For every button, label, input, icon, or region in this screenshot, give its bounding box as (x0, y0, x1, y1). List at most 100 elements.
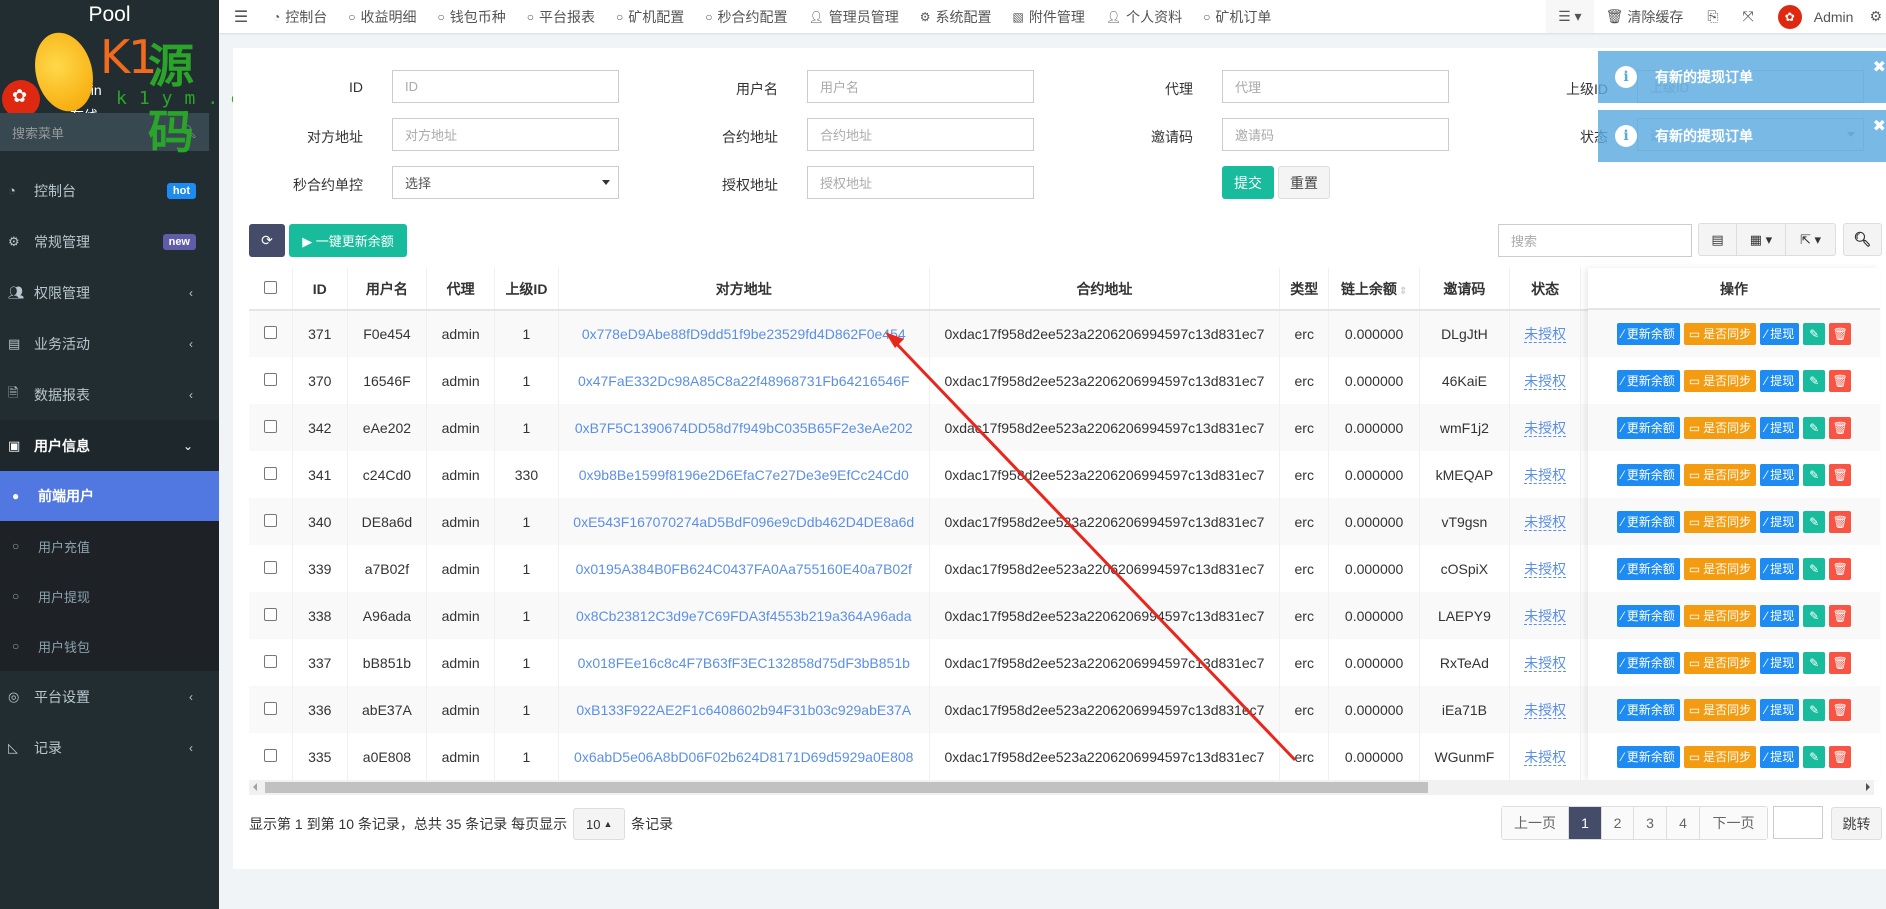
sync-button[interactable]: ▭ 是否同步 (1683, 604, 1757, 627)
row-checkbox[interactable] (263, 654, 277, 668)
clear-cache-button[interactable]: 🗑︎ 清除缓存 (1594, 7, 1696, 27)
submit-button[interactable]: 提交 (1222, 166, 1274, 199)
row-checkbox[interactable] (263, 419, 277, 433)
status-link[interactable]: 未授权 (1524, 748, 1567, 766)
status-link[interactable]: 未授权 (1524, 654, 1567, 672)
filter-invite-code-input[interactable]: 邀请码 (1222, 118, 1449, 151)
nav-profile[interactable]: 👤︎ 个人资料 (1096, 7, 1193, 27)
nav-wallet-currency[interactable]: ○ 钱包币种 (428, 7, 517, 27)
withdraw-button[interactable]: ⁄ 提现 (1760, 745, 1800, 768)
page-4-button[interactable]: 4 (1667, 807, 1700, 839)
delete-button[interactable]: 🗑︎ (1829, 322, 1852, 345)
row-checkbox[interactable] (263, 748, 277, 762)
edit-button[interactable]: ✎ (1803, 604, 1826, 627)
reset-button[interactable]: 重置 (1278, 166, 1330, 199)
update-balance-button[interactable]: ⁄ 更新余额 (1616, 416, 1680, 439)
sync-button[interactable]: ▭ 是否同步 (1683, 463, 1757, 486)
jump-page-input[interactable] (1773, 806, 1823, 839)
sync-button[interactable]: ▭ 是否同步 (1683, 369, 1757, 392)
peer-address-link[interactable]: 0xB133F922AE2F1c6408602b94F31b03c929abE3… (576, 702, 911, 718)
prev-page-button[interactable]: 上一页 (1502, 807, 1569, 839)
update-balance-button[interactable]: ⁄ 更新余额 (1616, 463, 1680, 486)
nav-miner-config[interactable]: ○ 矿机配置 (606, 7, 695, 27)
delete-button[interactable]: 🗑︎ (1829, 463, 1852, 486)
withdraw-button[interactable]: ⁄ 提现 (1760, 557, 1800, 580)
sync-button[interactable]: ▭ 是否同步 (1683, 416, 1757, 439)
col-invite-code[interactable]: 邀请码 (1419, 268, 1511, 311)
sidebar-item-platform-settings[interactable]: ◎ 平台设置 ‹ (0, 671, 219, 722)
sidebar-item-permissions[interactable]: 👥︎ 权限管理 ‹ (0, 267, 219, 318)
filter-auth-address-input[interactable]: 授权地址 (807, 166, 1034, 199)
page-3-button[interactable]: 3 (1634, 807, 1667, 839)
filter-peer-address-input[interactable]: 对方地址 (392, 118, 619, 151)
advanced-search-button[interactable]: 🔍︎ (1843, 223, 1882, 256)
col-username[interactable]: 用户名 (347, 268, 428, 311)
more-menu-button[interactable]: ☰ ▾ (1546, 0, 1594, 33)
jump-button[interactable]: 跳转 (1831, 807, 1882, 840)
sidebar-item-dashboard[interactable]: ◔ 控制台 hot (0, 165, 219, 216)
refresh-button[interactable]: ⟳ (249, 224, 285, 257)
update-balance-button[interactable]: ⁄ 更新余额 (1616, 745, 1680, 768)
select-all-checkbox[interactable] (263, 280, 277, 294)
update-balance-button[interactable]: ⁄ 更新余额 (1616, 557, 1680, 580)
delete-button[interactable]: 🗑︎ (1829, 510, 1852, 533)
sidebar-item-user-info[interactable]: ▣ 用户信息 ⌄ (0, 420, 219, 471)
delete-button[interactable]: 🗑︎ (1829, 698, 1852, 721)
filter-second-contract-select[interactable]: 选择 (392, 166, 619, 199)
sidebar-item-user-recharge[interactable]: ○ 用户充值 (0, 521, 219, 571)
delete-button[interactable]: 🗑︎ (1829, 651, 1852, 674)
update-all-balance-button[interactable]: ▶ 一键更新余额 (289, 224, 407, 257)
admin-menu[interactable]: ✿ Admin (1766, 4, 1866, 29)
page-1-button[interactable]: 1 (1569, 807, 1602, 839)
col-agent[interactable]: 代理 (426, 268, 496, 311)
export-button[interactable]: ⇱ ▾ (1786, 224, 1835, 255)
peer-address-link[interactable]: 0x8Cb23812C3d9e7C69FDA3f4553b219a364A96a… (576, 608, 912, 624)
brand-title[interactable]: Pool (0, 0, 219, 30)
status-link[interactable]: 未授权 (1524, 513, 1567, 531)
withdraw-button[interactable]: ⁄ 提现 (1760, 698, 1800, 721)
delete-button[interactable]: 🗑︎ (1829, 369, 1852, 392)
status-link[interactable]: 未授权 (1524, 701, 1567, 719)
row-checkbox[interactable] (263, 466, 277, 480)
update-balance-button[interactable]: ⁄ 更新余额 (1616, 698, 1680, 721)
status-link[interactable]: 未授权 (1524, 607, 1567, 625)
col-balance[interactable]: 链上余额 ⇕ (1328, 268, 1420, 311)
columns-button[interactable]: ▦ ▾ (1737, 224, 1786, 255)
row-checkbox-cell[interactable] (249, 545, 293, 592)
sync-button[interactable]: ▭ 是否同步 (1683, 745, 1757, 768)
status-link[interactable]: 未授权 (1524, 560, 1567, 578)
peer-address-link[interactable]: 0x9b8Be1599f8196e2D6EfaC7e27De3e9EfCc24C… (579, 467, 909, 483)
status-link[interactable]: 未授权 (1524, 326, 1567, 343)
peer-address-link[interactable]: 0x018FEe16c8c4F7B63fF3EC132858d75dF3bB85… (578, 655, 910, 671)
update-balance-button[interactable]: ⁄ 更新余额 (1616, 322, 1680, 345)
sync-button[interactable]: ▭ 是否同步 (1683, 698, 1757, 721)
row-checkbox[interactable] (263, 326, 277, 339)
sidebar-item-business[interactable]: ▤ 业务活动 ‹ (0, 318, 219, 369)
row-checkbox[interactable] (263, 701, 277, 715)
status-link[interactable]: 未授权 (1524, 466, 1567, 484)
edit-button[interactable]: ✎ (1803, 463, 1826, 486)
row-checkbox[interactable] (263, 607, 277, 621)
col-id[interactable]: ID (292, 268, 348, 311)
nav-second-contract-config[interactable]: ○ 秒合约配置 (695, 7, 798, 27)
nav-system-config[interactable]: ⚙ 系统配置 (910, 7, 1003, 27)
row-checkbox-cell[interactable] (249, 733, 293, 780)
settings-button[interactable]: ⚙ (1865, 8, 1886, 25)
edit-button[interactable]: ✎ (1803, 369, 1826, 392)
nav-platform-report[interactable]: ○ 平台报表 (517, 7, 606, 27)
withdraw-button[interactable]: ⁄ 提现 (1760, 322, 1800, 345)
peer-address-link[interactable]: 0x778eD9Abe88fD9dd51f9be23529fd4D862F0e4… (582, 326, 906, 342)
sort-icon[interactable]: ⇕ (1399, 286, 1407, 297)
col-peer-address[interactable]: 对方地址 (558, 268, 930, 311)
col-contract-address[interactable]: 合约地址 (929, 268, 1281, 311)
sync-button[interactable]: ▭ 是否同步 (1683, 651, 1757, 674)
sync-button[interactable]: ▭ 是否同步 (1683, 557, 1757, 580)
edit-button[interactable]: ✎ (1803, 416, 1826, 439)
col-status[interactable]: 状态 (1509, 268, 1582, 311)
translate-button[interactable]: ⎘ (1695, 8, 1730, 25)
sidebar-item-user-wallet[interactable]: ○ 用户钱包 (0, 621, 219, 671)
filter-username-input[interactable]: 用户名 (807, 70, 1034, 103)
sidebar-item-general[interactable]: ⚙ 常规管理 new (0, 216, 219, 267)
filter-agent-input[interactable]: 代理 (1222, 70, 1449, 103)
nav-attachments[interactable]: ▧ 附件管理 (1003, 7, 1096, 27)
